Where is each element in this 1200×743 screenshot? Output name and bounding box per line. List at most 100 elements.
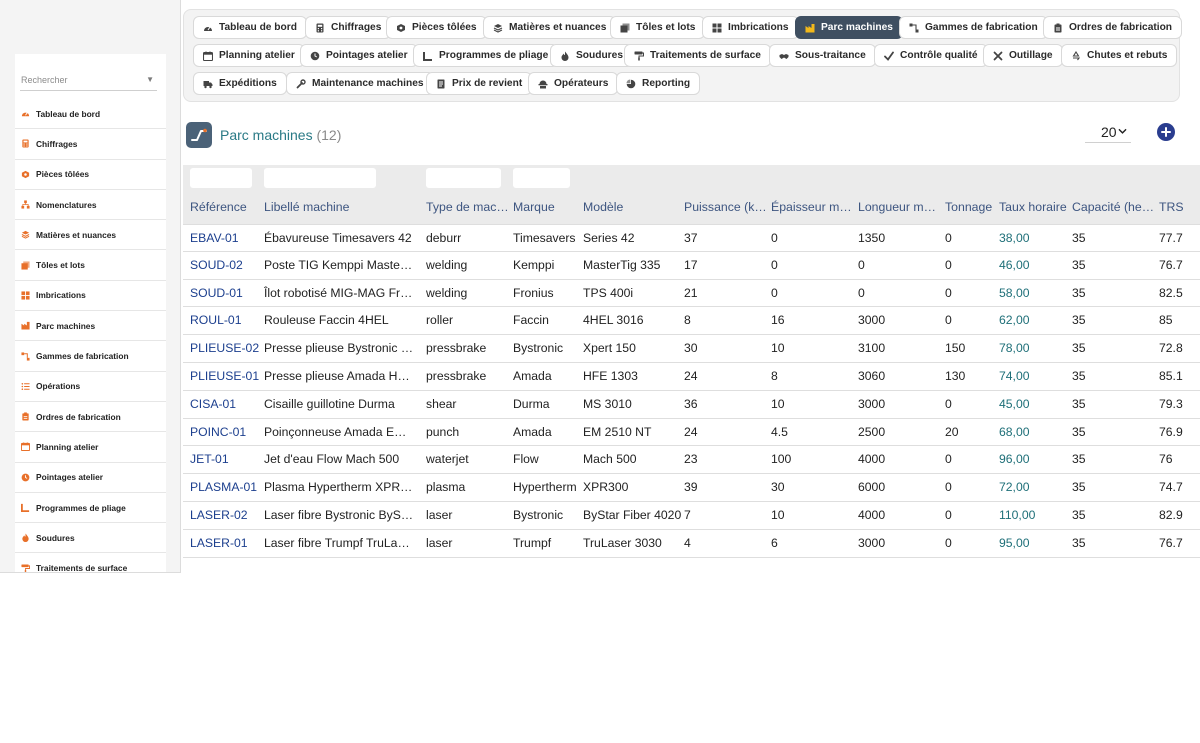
sidebar-item-programmes-de-pliage[interactable]: Programmes de pliage <box>15 493 166 524</box>
nav-tab-label: Pièces tôlées <box>412 22 477 33</box>
column-header-tonnage[interactable]: Tonnage <box>945 200 997 214</box>
nav-tab-pieces-tolees[interactable]: Pièces tôlées <box>386 16 487 39</box>
column-filter-input[interactable] <box>426 168 501 188</box>
nav-tab-soudures[interactable]: Soudures <box>550 44 633 67</box>
nav-tab-label: Contrôle qualité <box>900 50 978 61</box>
add-machine-button[interactable] <box>1157 123 1175 141</box>
nav-tab-chiffrages[interactable]: Chiffrages <box>305 16 392 39</box>
table-cell-modele: MS 3010 <box>583 396 632 411</box>
sidebar-item-traitements-de-surface[interactable]: Traitements de surface <box>15 553 166 572</box>
table-cell-epaisseur-m: 10 <box>771 507 785 522</box>
table-cell-trs: 72.8 <box>1159 341 1183 356</box>
sidebar-item-matieres-et-nuances[interactable]: Matières et nuances <box>15 220 166 251</box>
sidebar-item-pointages-atelier[interactable]: Pointages atelier <box>15 463 166 493</box>
nav-tab-toles-et-lots[interactable]: Tôles et lots <box>610 16 706 39</box>
table-row[interactable]: SOUD-01 Îlot robotisé MIG-MAG Fronius weld… <box>183 280 1200 308</box>
nav-tab-sous-traitance[interactable]: Sous-traitance <box>769 44 876 67</box>
column-header-libelle-machine[interactable]: Libellé machine <box>264 200 414 214</box>
nav-tab-ordres-de-fabrication[interactable]: Ordres de fabrication <box>1043 16 1183 39</box>
column-header-puissance-k[interactable]: Puissance (k… <box>684 200 768 214</box>
nav-tab-imbrications[interactable]: Imbrications <box>702 16 799 39</box>
nav-tab-chutes-et-rebuts[interactable]: Chutes et rebuts <box>1061 44 1178 67</box>
machine-reference-link[interactable]: LASER-01 <box>190 536 260 550</box>
sidebar-item-tableau-de-bord[interactable]: Tableau de bord <box>15 99 166 130</box>
nav-tab-label: Ordres de fabrication <box>1069 22 1173 33</box>
page-size-select[interactable]: 20 <box>1085 121 1131 143</box>
sidebar-item-pieces-tolees[interactable]: Pièces tôlées <box>15 160 166 190</box>
table-cell-taux-horaire: 58,00 <box>999 285 1030 300</box>
nav-tab-pointages-atelier[interactable]: Pointages atelier <box>300 44 418 67</box>
column-filter-input[interactable] <box>190 168 252 188</box>
table-row[interactable]: LASER-02 Laser fibre Bystronic ByStar Fib… <box>183 502 1200 530</box>
machine-reference-link[interactable]: SOUD-02 <box>190 258 260 272</box>
nav-tab-reporting[interactable]: Reporting <box>616 72 701 95</box>
machine-reference-link[interactable]: ROUL-01 <box>190 313 260 327</box>
table-cell-epaisseur-m: 0 <box>771 257 778 272</box>
column-header-type-de-mac[interactable]: Type de mac… <box>426 200 510 214</box>
table-body: EBAV-01 Ébavureuse Timesavers 42 deburr Tim… <box>183 224 1200 558</box>
nav-tab-traitements-de-surface[interactable]: Traitements de surface <box>624 44 771 67</box>
machine-reference-link[interactable]: EBAV-01 <box>190 231 260 245</box>
table-row[interactable]: EBAV-01 Ébavureuse Timesavers 42 deburr Tim… <box>183 224 1200 252</box>
search-input[interactable]: Rechercher ▼ <box>20 66 157 91</box>
table-row[interactable]: CISA-01 Cisaille guillotine Durma shear Dur… <box>183 391 1200 419</box>
sidebar-item-planning-atelier[interactable]: Planning atelier <box>15 432 166 463</box>
sidebar-item-nomenclatures[interactable]: Nomenclatures <box>15 190 166 221</box>
machine-reference-link[interactable]: LASER-02 <box>190 508 260 522</box>
table-row[interactable]: JET-01 Jet d'eau Flow Mach 500 waterjet Flo… <box>183 446 1200 475</box>
sidebar-item-chiffrages[interactable]: Chiffrages <box>15 129 166 160</box>
machine-reference-link[interactable]: PLIEUSE-02 <box>190 341 260 355</box>
machine-reference-link[interactable]: POINC-01 <box>190 425 260 439</box>
column-header-capacite-he[interactable]: Capacité (he… <box>1072 200 1156 214</box>
nav-tab-planning-atelier[interactable]: Planning atelier <box>193 44 305 67</box>
sidebar-item-label: Planning atelier <box>36 441 99 452</box>
table-cell-marque: Kemppi <box>513 257 555 272</box>
column-header-trs[interactable]: TRS <box>1159 200 1199 214</box>
table-row[interactable]: PLIEUSE-01 Presse plieuse Amada HFE 1303 p… <box>183 363 1200 391</box>
sidebar-item-imbrications[interactable]: Imbrications <box>15 281 166 312</box>
table-row[interactable]: LASER-01 Laser fibre Trumpf TruLaser 3030… <box>183 530 1200 558</box>
caret-down-icon[interactable]: ▼ <box>146 75 154 84</box>
sidebar-item-label: Opérations <box>36 381 81 392</box>
machine-reference-link[interactable]: CISA-01 <box>190 397 260 411</box>
nav-tab-tableau-de-bord[interactable]: Tableau de bord <box>193 16 307 39</box>
sidebar-item-soudures[interactable]: Soudures <box>15 523 166 554</box>
table-row[interactable]: ROUL-01 Rouleuse Faccin 4HEL roller Faccin 4… <box>183 307 1200 336</box>
pie-icon <box>626 79 636 89</box>
machine-reference-link[interactable]: SOUD-01 <box>190 286 260 300</box>
table-row[interactable]: PLASMA-01 Plasma Hypertherm XPR300 plasma H… <box>183 474 1200 502</box>
sidebar-item-operations[interactable]: Opérations <box>15 372 166 402</box>
column-header-reference[interactable]: Référence <box>190 200 260 214</box>
nav-tab-outillage[interactable]: Outillage <box>983 44 1063 67</box>
column-header-marque[interactable]: Marque <box>513 200 581 214</box>
nav-tab-prix-de-revient[interactable]: Prix de revient <box>426 72 533 95</box>
column-header-epaisseur-m[interactable]: Épaisseur m… <box>771 200 855 214</box>
table-cell-trs: 76.7 <box>1159 535 1183 550</box>
column-filter-input[interactable] <box>513 168 570 188</box>
column-header-longueur-m[interactable]: Longueur m… <box>858 200 942 214</box>
sidebar-item-toles-et-lots[interactable]: Tôles et lots <box>15 250 166 281</box>
table-cell-tonnage: 130 <box>945 368 966 383</box>
machine-reference-link[interactable]: PLIEUSE-01 <box>190 369 260 383</box>
sidebar-item-ordres-de-fabrication[interactable]: Ordres de fabrication <box>15 402 166 433</box>
table-row[interactable]: SOUD-02 Poste TIG Kemppi MasterTig welding… <box>183 252 1200 280</box>
column-header-modele[interactable]: Modèle <box>583 200 681 214</box>
nav-tab-operateurs[interactable]: Opérateurs <box>528 72 619 95</box>
nav-tab-gammes-de-fabrication[interactable]: Gammes de fabrication <box>899 16 1048 39</box>
column-filter-input[interactable] <box>264 168 376 188</box>
nav-tab-expeditions[interactable]: Expéditions <box>193 72 287 95</box>
machine-reference-link[interactable]: PLASMA-01 <box>190 480 260 494</box>
machine-reference-link[interactable]: JET-01 <box>190 452 260 466</box>
sidebar-item-gammes-de-fabrication[interactable]: Gammes de fabrication <box>15 341 166 372</box>
nav-tab-programmes-de-pliage[interactable]: Programmes de pliage <box>413 44 559 67</box>
nav-tab-label: Maintenance machines <box>312 78 424 89</box>
column-header-taux-horaire[interactable]: Taux horaire <box>999 200 1069 214</box>
nav-tab-controle-qualite[interactable]: Contrôle qualité <box>874 44 988 67</box>
nav-tab-maintenance-machines[interactable]: Maintenance machines <box>286 72 434 95</box>
table-row[interactable]: PLIEUSE-02 Presse plieuse Bystronic Xpert… <box>183 335 1200 363</box>
nav-tab-parc-machines[interactable]: Parc machines <box>795 16 903 39</box>
table-row[interactable]: POINC-01 Poinçonneuse Amada EM2510 NT punc… <box>183 419 1200 447</box>
table-cell-modele: TPS 400i <box>583 285 634 300</box>
sidebar-item-parc-machines[interactable]: Parc machines <box>15 311 166 342</box>
nav-tab-matieres-et-nuances[interactable]: Matières et nuances <box>483 16 617 39</box>
